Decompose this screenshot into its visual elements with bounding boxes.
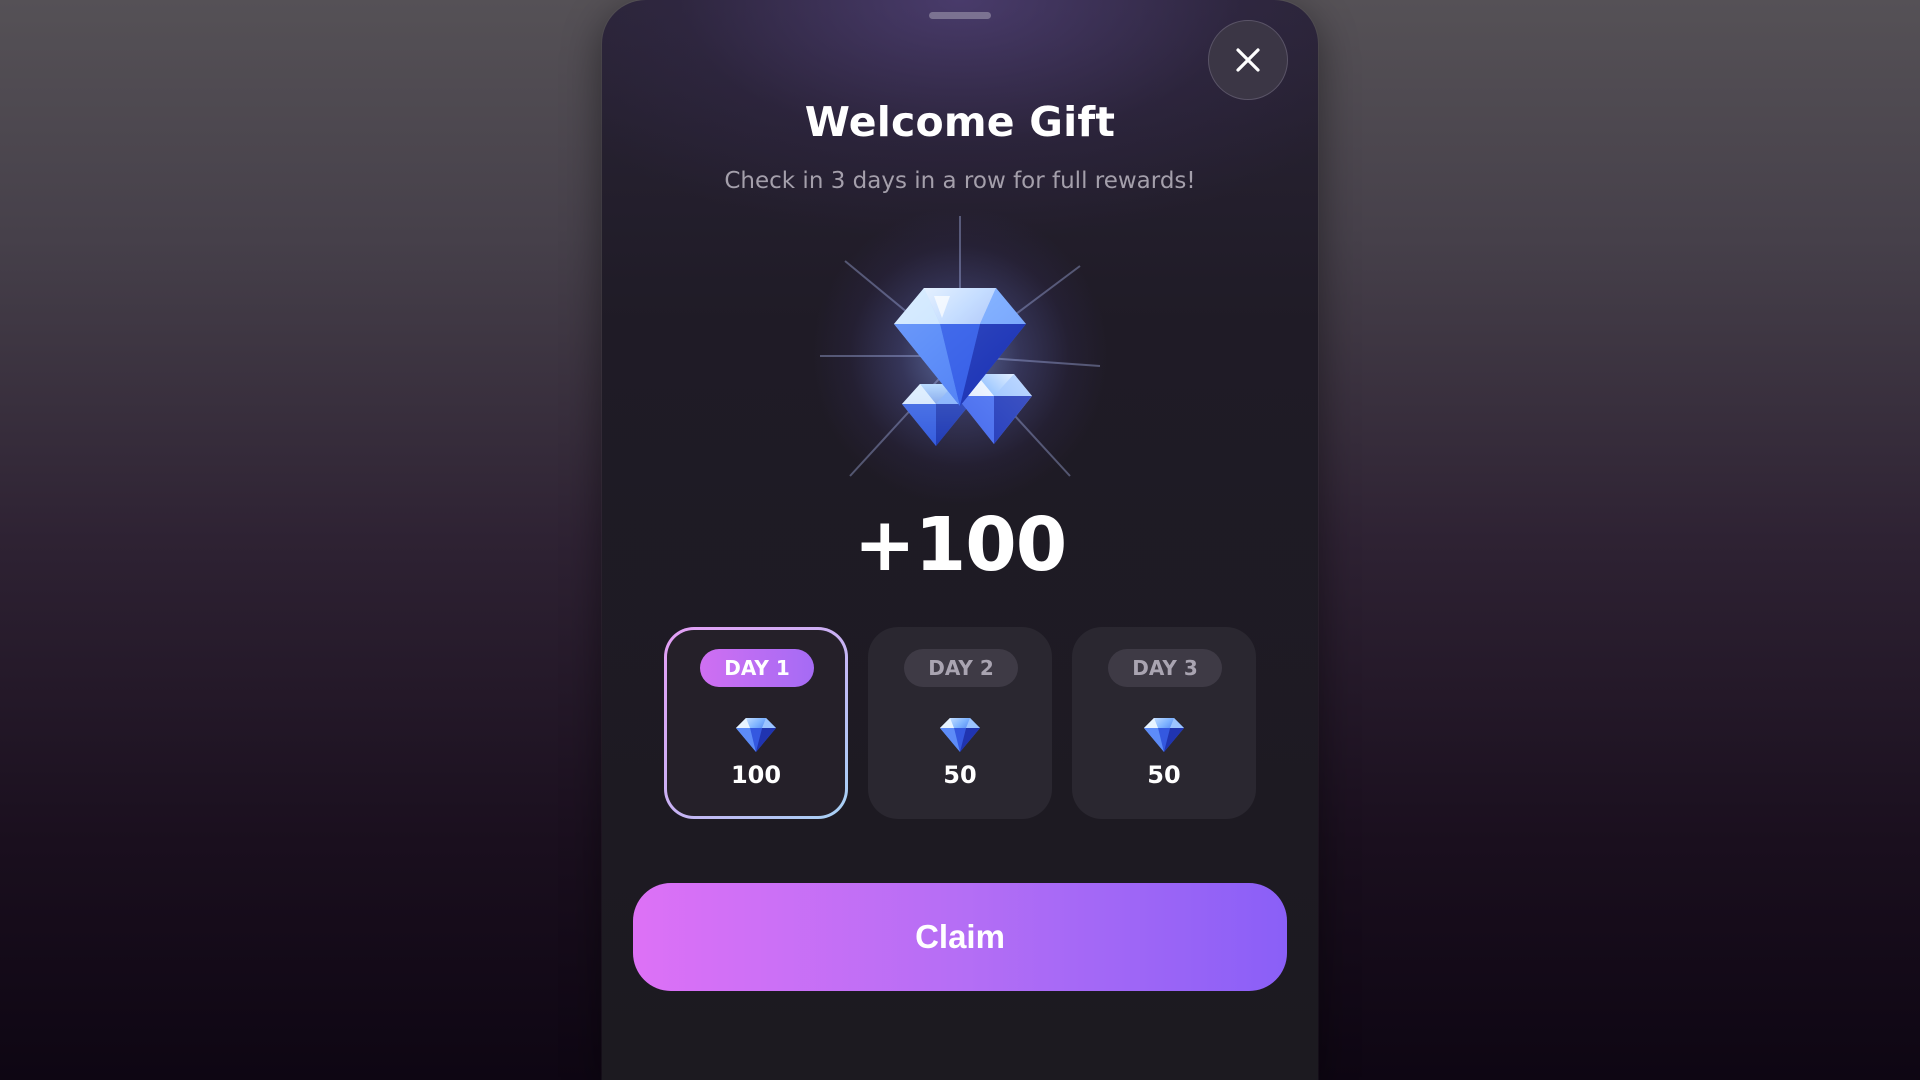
reward-amount: +100 (853, 502, 1067, 588)
day-reward-value: 50 (943, 761, 977, 789)
close-button[interactable] (1208, 20, 1288, 100)
day-label: DAY 1 (700, 649, 814, 687)
diamond-icon (940, 718, 980, 752)
modal-title: Welcome Gift (804, 98, 1116, 146)
modal-subtitle: Check in 3 days in a row for full reward… (724, 168, 1196, 194)
day-label: DAY 2 (904, 649, 1018, 687)
day-reward-value: 100 (730, 761, 782, 789)
claim-button[interactable]: Claim (633, 883, 1287, 991)
close-icon (1236, 48, 1260, 72)
hero-reward-image (810, 206, 1110, 506)
day-card-2[interactable]: DAY 2 50 (868, 627, 1052, 819)
drag-handle[interactable] (929, 12, 991, 19)
day-card-3[interactable]: DAY 3 50 (1072, 627, 1256, 819)
diamond-cluster-icon (820, 216, 1101, 477)
daily-reward-list: DAY 1 100 DAY 2 50 DAY 3 50 (664, 627, 1256, 819)
welcome-gift-modal: Welcome Gift Check in 3 days in a row fo… (602, 0, 1318, 1080)
diamond-icon (1144, 718, 1184, 752)
day-card-1[interactable]: DAY 1 100 (664, 627, 848, 819)
day-label: DAY 3 (1108, 649, 1222, 687)
day-reward-value: 50 (1147, 761, 1181, 789)
diamond-icon (736, 718, 776, 752)
